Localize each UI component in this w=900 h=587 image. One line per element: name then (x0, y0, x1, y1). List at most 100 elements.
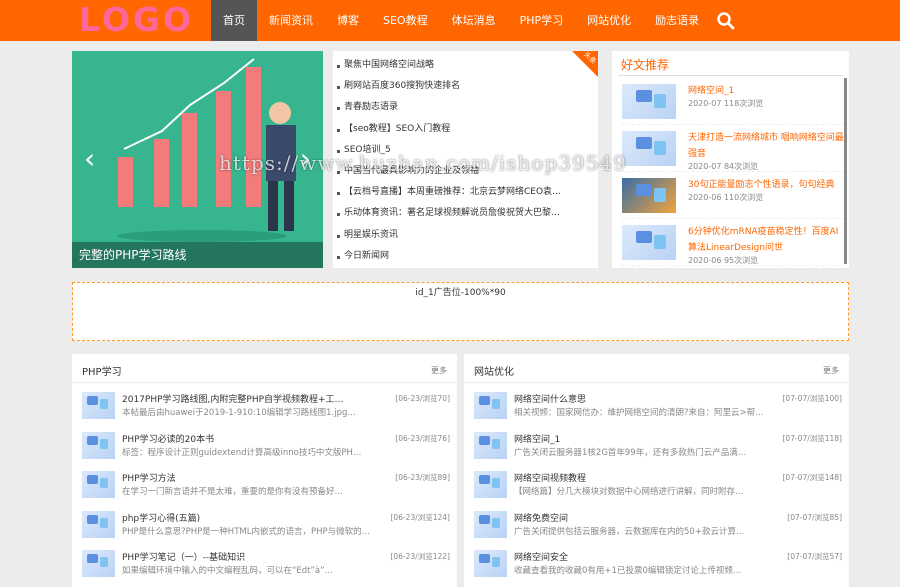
ad-slot-label: id_1广告位-100%*90 (415, 288, 506, 298)
article-thumbnail[interactable] (82, 431, 115, 459)
article-title[interactable]: PHP学习方法 (122, 471, 372, 484)
news-item[interactable]: 明星娱乐资讯 (333, 225, 593, 246)
article-thumbnail[interactable] (474, 550, 507, 577)
article-thumbnail[interactable] (474, 471, 507, 498)
nav-php[interactable]: PHP学习 (508, 0, 576, 41)
list-item[interactable]: 网络空间什么意思 相关视频：国家网信办：维护网络空间的清朗?来自：阿里云>帮… … (474, 390, 842, 430)
search-icon[interactable] (716, 11, 736, 31)
recommended-item[interactable]: 天津打造一流网络城市 唱响网络空间最强音 2020-07 84次浏览 (622, 125, 844, 172)
article-summary: 本帖最后由huawei于2019-1-910:10编辑学习路线图1.jpg… (122, 408, 356, 418)
article-thumbnail[interactable] (474, 431, 507, 459)
news-item[interactable]: 【云档号直播】本周重磅推荐：北京云梦网络CEO袁… (333, 182, 593, 203)
article-summary: 在学习一门新言语并不是太难，重要的是你有没有预备好… (122, 487, 344, 497)
slider-caption[interactable]: 完整的PHP学习路线 (72, 242, 323, 268)
recommended-item-meta: 2020-06 95次浏览 (688, 256, 759, 265)
news-item[interactable]: 刷网站百度360搜狗快速排名 (333, 76, 593, 97)
article-summary: 广告关闭提供包括云服务器，云数据库在内的50+款云计算… (514, 526, 745, 537)
list-item[interactable]: 网络空间_1 广告关闭云服务器1核2G首年99年，还有多款热门云产品满… [07… (474, 430, 842, 470)
article-title[interactable]: 网络空间安全 (514, 550, 764, 563)
article-thumbnail[interactable] (82, 510, 115, 538)
more-link[interactable]: 更多 (823, 365, 839, 376)
article-title[interactable]: 网络空间什么意思 (514, 392, 764, 405)
article-date: [06-23/浏览122] (390, 552, 451, 561)
recommended-item-meta: 2020-07 84次浏览 (688, 162, 759, 171)
list-item[interactable]: 网络空间安全 收藏查看我的收藏0有用+1已投票0编辑锁定讨论上传视频… [07-… (474, 548, 842, 587)
recommended-item-title[interactable]: 网络空间_1 (688, 83, 846, 99)
nav-news[interactable]: 新闻资讯 (257, 0, 325, 41)
divider (618, 75, 843, 76)
article-title[interactable]: 网络免费空间 (514, 511, 764, 524)
article-thumbnail[interactable] (474, 392, 507, 419)
ad-slot[interactable]: id_1广告位-100%*90 (72, 282, 849, 341)
article-summary: 广告关闭云服务器1核2G首年99年，还有多款热门云产品满… (514, 447, 747, 458)
article-date: [06-23/浏览76] (395, 433, 450, 443)
news-item[interactable]: 【seo教程】SEO入门教程 (333, 119, 593, 140)
recommended-item-title[interactable]: 6分钟优化mRNA疫苗稳定性！百度AI算法LinearDesign问世 (688, 224, 846, 256)
article-thumbnail[interactable] (82, 471, 115, 498)
article-date: [06-23/浏览124] (390, 512, 451, 522)
recommended-item-title[interactable]: 30句正能量励志个性语录，句句经典 (688, 177, 846, 193)
article-summary: 相关视频：国家网信办：维护网络空间的清朗?来自：阿里云>帮… (514, 408, 764, 418)
nav-blog[interactable]: 博客 (325, 0, 371, 41)
article-title[interactable]: 2017PHP学习路线图,内附完整PHP自学视频教程+工… (122, 392, 372, 405)
section-title: PHP学习 (82, 367, 122, 378)
article-thumbnail[interactable] (622, 84, 676, 119)
nav-quotes[interactable]: 励志语录 (643, 0, 711, 41)
list-item[interactable]: 2017PHP学习路线图,内附完整PHP自学视频教程+工… 本帖最后由huawe… (82, 390, 450, 430)
article-summary: 【网络篇】分几大模块对数据中心网络进行讲解，同时附存… (514, 487, 744, 497)
divider (72, 382, 457, 383)
list-item[interactable]: PHP学习笔记（一）--基础知识 如果编辑环境中输入的中文编程乱码，可以在“Ed… (82, 548, 450, 587)
article-thumbnail[interactable] (474, 510, 507, 538)
recommended-item-meta: 2020-07 118次浏览 (688, 99, 764, 108)
divider (464, 382, 849, 383)
recommended-item-meta: 2020-06 110次浏览 (688, 193, 764, 202)
recommended-item[interactable]: 30句正能量励志个性语录，句句经典 2020-06 110次浏览 (622, 172, 844, 219)
recommended-panel: 好文推荐 网络空间_1 2020-07 118次浏览 天津打造一流网络城市 唱响… (612, 51, 849, 268)
main-nav: 首页 新闻资讯 博客 SEO教程 体坛消息 PHP学习 网站优化 励志语录 (211, 0, 711, 41)
article-title[interactable]: 网络空间_1 (514, 432, 764, 445)
article-date: [06-23/浏览70] (395, 394, 450, 403)
top-navbar: LOGO 首页 新闻资讯 博客 SEO教程 体坛消息 PHP学习 网站优化 励志… (0, 0, 900, 41)
news-item[interactable]: 聚焦中国网络空间战略 (333, 55, 593, 76)
article-thumbnail[interactable] (622, 131, 676, 166)
article-date: [07-07/浏览100] (782, 394, 843, 403)
article-summary: 标签：程序设计正则guidextend计算高级inno技巧中文版PH… (122, 447, 362, 458)
news-item[interactable]: 青春励志语录 (333, 97, 593, 118)
list-item[interactable]: 网络空间视频教程 【网络篇】分几大模块对数据中心网络进行讲解，同时附存… [07… (474, 469, 842, 509)
news-item[interactable]: 今日新闻网 (333, 246, 593, 267)
recommended-item[interactable]: 6分钟优化mRNA疫苗稳定性！百度AI算法LinearDesign问世 2020… (622, 219, 844, 266)
article-date: [07-07/浏览118] (782, 433, 843, 443)
recommended-title: 好文推荐 (621, 58, 670, 72)
article-thumbnail[interactable] (82, 392, 115, 419)
section-title: 网站优化 (474, 367, 514, 378)
list-item[interactable]: 网络免费空间 广告关闭提供包括云服务器，云数据库在内的50+款云计算… [07-… (474, 509, 842, 549)
more-link[interactable]: 更多 (431, 365, 447, 376)
article-thumbnail[interactable] (622, 178, 676, 213)
scrollbar[interactable] (844, 78, 847, 264)
site-logo[interactable]: LOGO (79, 3, 191, 37)
article-date: [06-23/浏览89] (395, 473, 450, 482)
slider-prev-arrow-icon[interactable]: ‹ (84, 145, 95, 173)
list-item[interactable]: PHP学习必读的20本书 标签：程序设计正则guidextend计算高级inno… (82, 430, 450, 470)
nav-site-optimize[interactable]: 网站优化 (575, 0, 643, 41)
recommended-item[interactable]: 网络空间_1 2020-07 118次浏览 (622, 78, 844, 125)
nav-seo-tutorial[interactable]: SEO教程 (371, 0, 440, 41)
article-summary: 如果编辑环境中输入的中文编程乱码，可以在“Edt”à”… (122, 566, 334, 576)
nav-home[interactable]: 首页 (211, 0, 257, 41)
list-item[interactable]: PHP学习方法 在学习一门新言语并不是太难，重要的是你有没有预备好… [06-2… (82, 469, 450, 509)
list-item[interactable]: php学习心得(五篇) PHP是什么意思?PHP是一种HTML内嵌式的语言，PH… (82, 509, 450, 549)
article-date: [07-07/浏览57] (787, 552, 842, 561)
article-summary: PHP是什么意思?PHP是一种HTML内嵌式的语言，PHP与微软的… (122, 526, 371, 537)
news-item[interactable]: 乐动体育资讯：著名足球视频解说员詹俊祝贺大巴黎… (333, 203, 593, 224)
article-title[interactable]: php学习心得(五篇) (122, 511, 372, 524)
article-title[interactable]: PHP学习笔记（一）--基础知识 (122, 550, 372, 563)
php-section: PHP学习 更多 2017PHP学习路线图,内附完整PHP自学视频教程+工… 本… (72, 354, 457, 587)
article-thumbnail[interactable] (82, 550, 115, 577)
article-title[interactable]: PHP学习必读的20本书 (122, 432, 372, 445)
nav-sports[interactable]: 体坛消息 (440, 0, 508, 41)
article-thumbnail[interactable] (622, 225, 676, 260)
recommended-item-title[interactable]: 天津打造一流网络城市 唱响网络空间最强音 (688, 130, 846, 162)
article-title[interactable]: 网络空间视频教程 (514, 471, 764, 484)
watermark-overlay: https://www.huzhan.com/ishop39549 (219, 151, 627, 175)
article-summary: 收藏查看我的收藏0有用+1已投票0编辑锁定讨论上传视频… (514, 566, 742, 576)
